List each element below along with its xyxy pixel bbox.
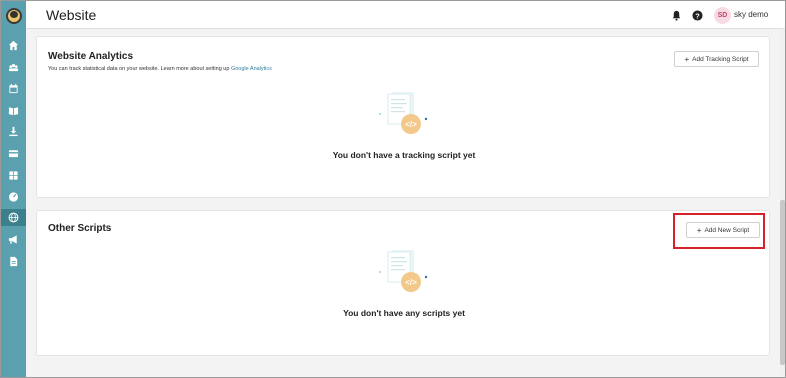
add-tracking-script-button[interactable]: + Add Tracking Script [674,51,759,67]
card-title: Other Scripts [48,223,112,234]
calendar-icon[interactable] [4,80,23,97]
page-title: Website [46,7,97,23]
avatar[interactable]: SD [714,7,731,24]
top-bar: Website ? SD sky demo [26,1,785,29]
document-icon[interactable] [4,253,23,270]
plus-icon: + [684,54,690,64]
website-analytics-card: Website Analytics You can track statisti… [36,36,770,198]
card-title: Website Analytics [48,51,134,62]
card-description: You can track statistical data on your w… [48,66,272,72]
empty-state-text: You don't have any scripts yet [343,308,465,318]
scrollbar[interactable] [780,30,785,376]
svg-text:</>: </> [405,278,417,287]
dashboard-icon[interactable] [4,188,23,205]
grid-icon[interactable] [4,167,23,184]
highlight-box [673,213,765,249]
google-analytics-link[interactable]: Google Analytics [231,66,272,72]
book-icon[interactable] [4,102,23,119]
credit-card-icon[interactable] [4,145,23,162]
other-scripts-card: Other Scripts + Add New Script </> You d… [36,210,770,356]
scrollbar-thumb[interactable] [780,200,785,365]
download-icon[interactable] [4,123,23,140]
sidebar [1,1,26,377]
help-icon[interactable]: ? [692,10,703,21]
globe-icon[interactable] [1,209,26,226]
svg-text:?: ? [695,11,700,20]
description-text: You can track statistical data on your w… [48,66,230,72]
bell-icon[interactable] [671,10,682,21]
users-icon[interactable] [4,59,23,76]
code-file-icon: </> [379,92,428,134]
home-icon[interactable] [4,37,23,54]
code-file-icon: </> [379,250,428,292]
user-name[interactable]: sky demo [734,10,768,19]
app-logo[interactable] [6,8,22,24]
svg-text:</>: </> [405,120,417,129]
empty-state-text: You don't have a tracking script yet [332,150,476,160]
button-label: Add Tracking Script [692,55,749,63]
megaphone-icon[interactable] [4,231,23,248]
